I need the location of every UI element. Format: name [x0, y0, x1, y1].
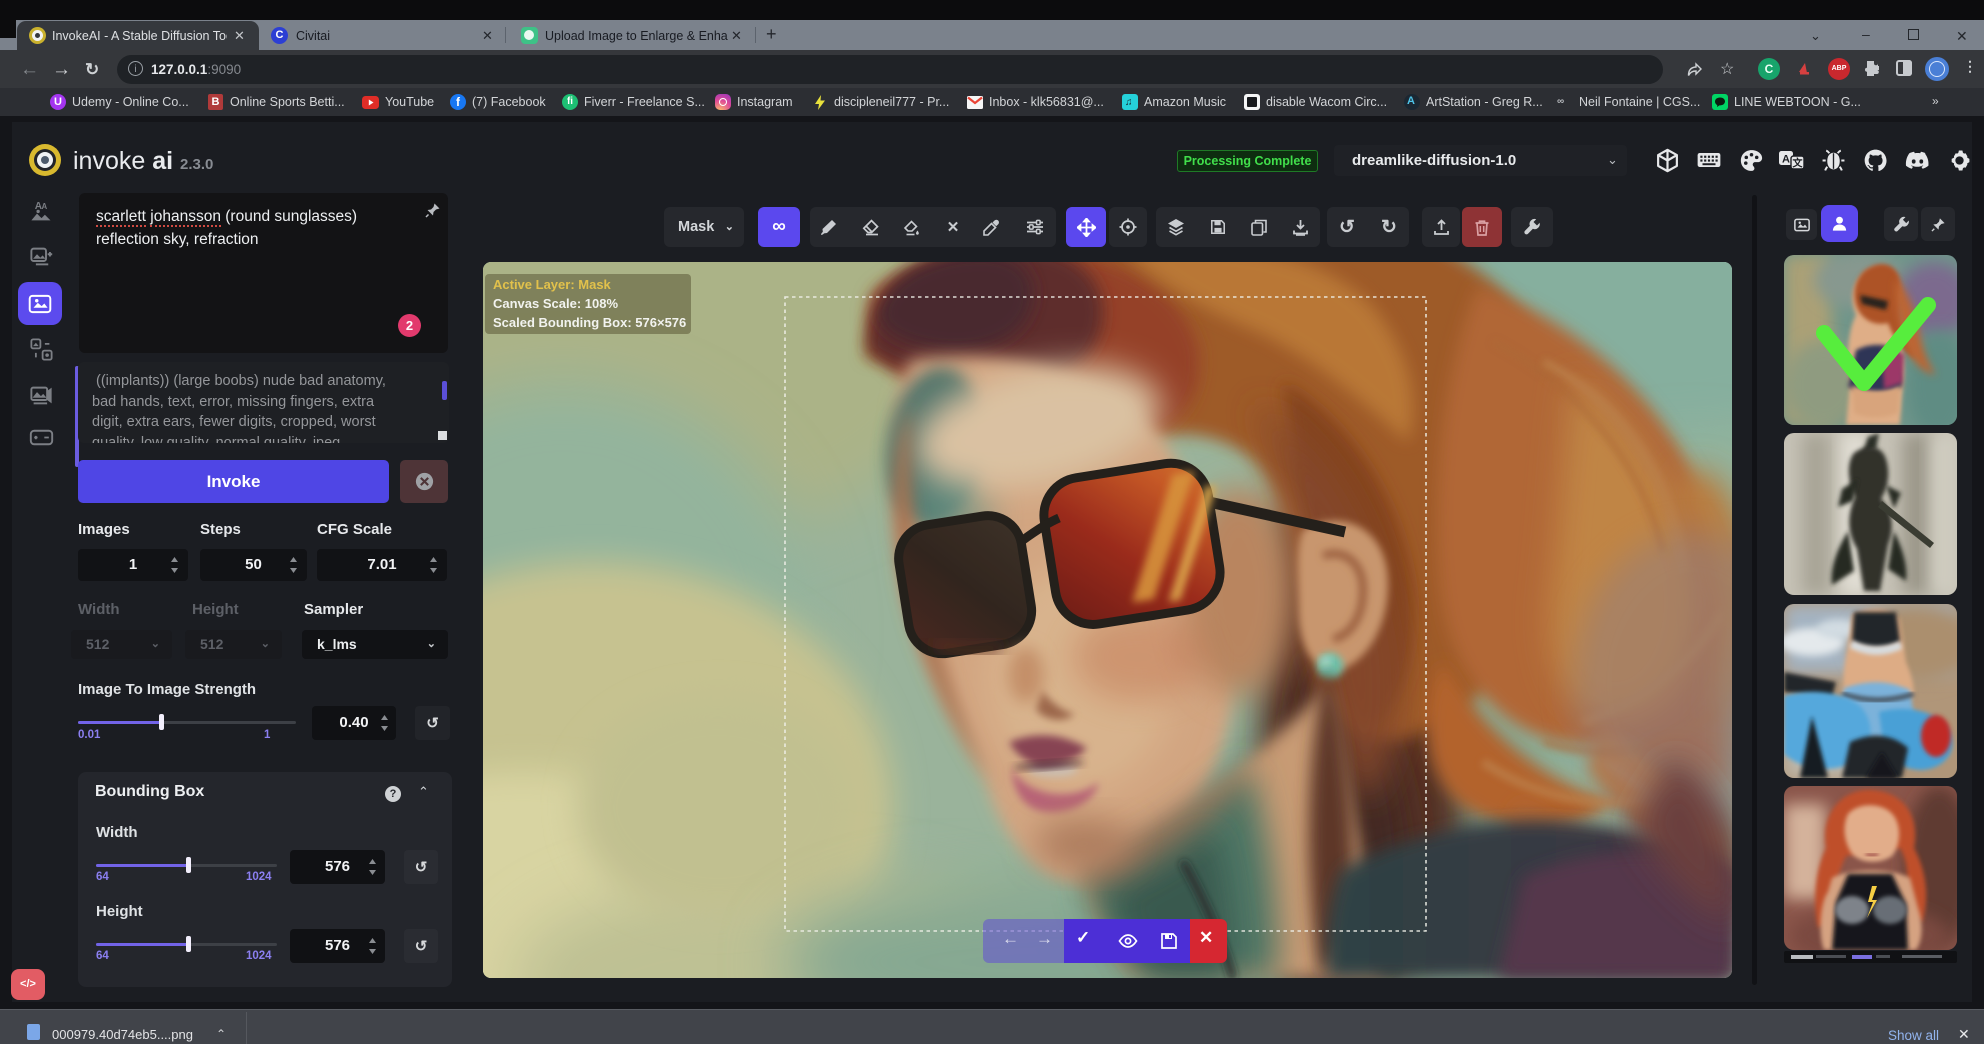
svg-text:A: A — [1782, 154, 1790, 166]
svg-text:文: 文 — [1792, 157, 1803, 170]
svg-text:A: A — [42, 202, 48, 211]
